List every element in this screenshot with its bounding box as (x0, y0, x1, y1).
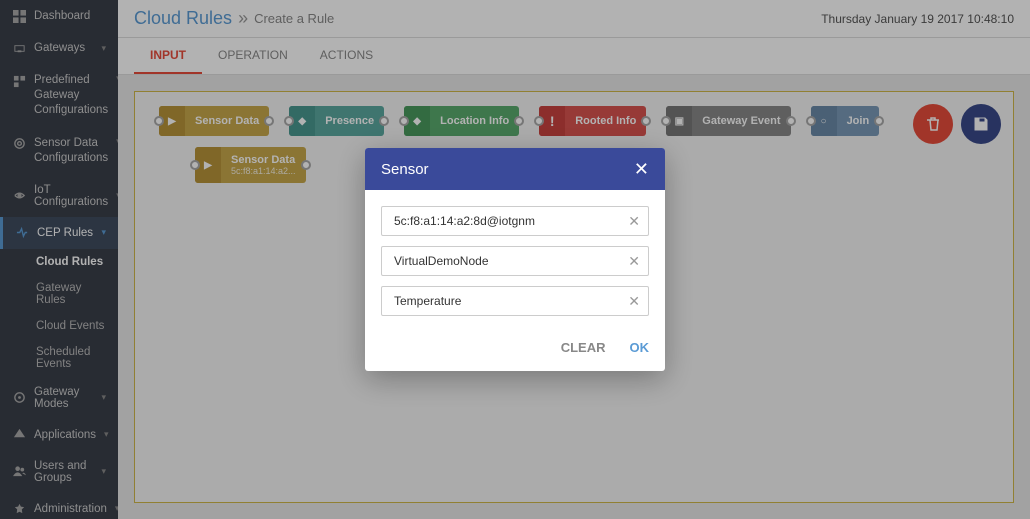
modal-body: ✕ ✕ ✕ (365, 190, 665, 332)
mac-address-input[interactable] (390, 207, 628, 235)
mac-address-clear-button[interactable]: ✕ (628, 213, 640, 230)
sensor-modal: Sensor ✕ ✕ ✕ ✕ CLEAR OK (365, 148, 665, 371)
modal-close-button[interactable]: ✕ (634, 160, 649, 178)
clear-button[interactable]: CLEAR (561, 340, 606, 355)
ok-button[interactable]: OK (630, 340, 650, 355)
mac-address-field-wrap: ✕ (381, 206, 649, 236)
sensor-type-input[interactable] (390, 287, 628, 315)
modal-title: Sensor (381, 161, 429, 178)
modal-header: Sensor ✕ (365, 148, 665, 190)
sensor-type-clear-button[interactable]: ✕ (628, 293, 640, 310)
node-name-field-wrap: ✕ (381, 246, 649, 276)
node-name-clear-button[interactable]: ✕ (628, 253, 640, 270)
modal-footer: CLEAR OK (365, 332, 665, 371)
node-name-input[interactable] (390, 247, 628, 275)
modal-overlay[interactable]: Sensor ✕ ✕ ✕ ✕ CLEAR OK (0, 0, 1030, 519)
sensor-type-field-wrap: ✕ (381, 286, 649, 316)
